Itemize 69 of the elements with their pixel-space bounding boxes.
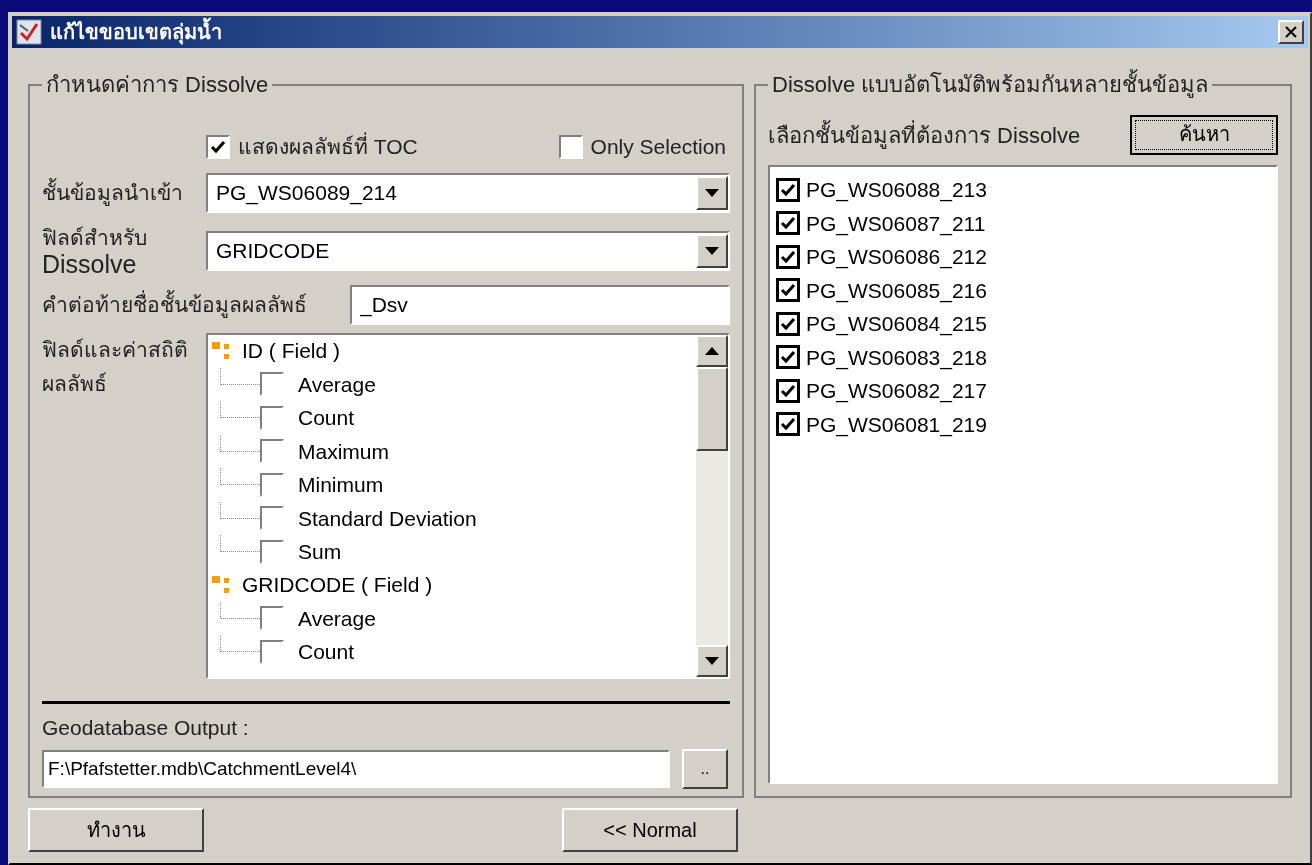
layer-item[interactable]: PG_WS06083_218 [806,341,987,373]
check-icon [780,282,796,299]
group-title: กำหนดค่าการ Dissolve [45,71,270,99]
checkbox-label: แสดงผลลัพธ์ที่ TOC [238,131,551,163]
field-label: ชั้นข้อมูลนำเข้า [42,177,184,208]
checkbox[interactable] [776,278,800,303]
layer-item[interactable]: PG_WS06081_219 [806,408,987,440]
field-label: Dissolve [42,250,138,277]
tree-item[interactable]: Sum [298,536,342,568]
check-icon [780,315,796,332]
browse-button[interactable]: .. [682,749,728,789]
field-icon [212,574,232,596]
close-icon [1285,26,1297,38]
suffix-field[interactable]: _Dsv [350,284,730,325]
layer-item[interactable]: PG_WS06084_215 [806,308,987,340]
checkbox[interactable] [206,134,230,159]
check-icon [780,181,796,198]
check-icon [780,215,796,232]
tree-item[interactable]: Standard Deviation [298,502,477,534]
window-title: แก้ไขขอบเขตลุ่มน้ำ [50,17,1270,47]
check-icon [780,349,796,366]
checkbox[interactable] [776,311,800,336]
check-icon [780,248,796,265]
checkbox[interactable] [776,378,800,403]
scrollbar[interactable] [696,334,728,677]
field-label: ผลลัพธ์ [42,370,108,397]
field-label: คำต่อท้ายชื่อชั้นข้อมูลผลลัพธ์ [42,289,308,320]
scroll-up-button[interactable] [696,334,728,367]
checkbox[interactable] [776,345,800,370]
check-icon [780,382,796,399]
tree-item[interactable]: Average [298,368,376,400]
close-button[interactable] [1278,20,1304,44]
dropdown[interactable]: PG_WS06089_214 [206,172,730,213]
up-arrow-icon [705,346,719,355]
scroll-thumb[interactable] [696,366,728,451]
search-button[interactable]: ค้นหา [1130,115,1278,155]
checkbox[interactable] [776,244,800,269]
app-icon [16,19,42,45]
prompt-text: เลือกชั้นข้อมูลที่ต้องการ Dissolve [768,119,1081,151]
group-title: Dissolve แบบอัตโนมัติพร้อมกันหลายชั้นข้อมูล [768,68,1213,101]
tree-item[interactable]: Minimum [298,469,384,501]
normal-button[interactable]: << Normal [562,808,738,852]
scroll-down-button[interactable] [696,644,728,677]
tree-node[interactable]: ID ( Field ) [242,335,340,367]
output-path-field[interactable]: F:\Pfafstetter.mdb\CatchmentLevel4\ [42,750,670,788]
checkbox[interactable] [776,211,800,236]
layer-item[interactable]: PG_WS06082_217 [806,375,987,407]
dropdown[interactable]: GRIDCODE [206,230,730,271]
output-label: Geodatabase Output : [42,714,250,741]
layer-item[interactable]: PG_WS06088_213 [806,174,987,206]
layer-item[interactable]: PG_WS06086_212 [806,241,987,273]
checkbox[interactable] [776,412,800,437]
checkbox[interactable] [558,134,583,159]
checkbox[interactable] [776,177,800,202]
field-label: ฟิลด์สำหรับ [42,224,148,251]
field-icon [212,340,232,362]
layer-item[interactable]: PG_WS06085_216 [806,274,987,306]
tree-item[interactable]: Count [298,402,355,434]
tree-node[interactable]: GRIDCODE ( Field ) [242,569,433,601]
field-label: ฟิลด์และค่าสถิติ [42,336,189,363]
run-button[interactable]: ทำงาน [28,808,204,852]
tree-item[interactable]: Average [298,602,376,634]
layer-item[interactable]: PG_WS06087_211 [806,207,986,239]
down-arrow-icon [705,656,719,665]
tree-item[interactable]: Maximum [298,435,389,467]
check-icon [780,416,796,433]
checkbox-label: Only Selection [590,134,726,160]
tree-item[interactable]: Count [298,636,355,668]
check-icon [210,138,226,155]
